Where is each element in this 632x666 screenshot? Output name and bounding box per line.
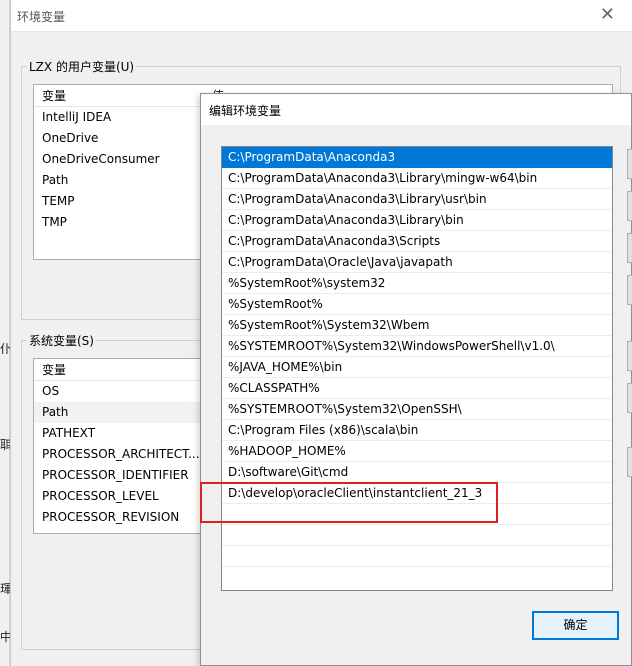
edit-text-button[interactable] xyxy=(627,447,632,477)
background-partial-char: 中 xyxy=(0,630,10,644)
path-item-empty[interactable] xyxy=(222,546,612,567)
path-item-empty[interactable] xyxy=(222,504,612,525)
path-item[interactable]: %HADOOP_HOME% xyxy=(222,441,612,462)
column-name-header[interactable]: 变量 xyxy=(42,89,66,103)
dialog-title: 编辑环境变量 xyxy=(209,104,282,118)
path-item[interactable]: D:\software\Git\cmd xyxy=(222,462,612,483)
title-bar: 编辑环境变量 xyxy=(201,94,631,125)
path-list[interactable]: C:\ProgramData\Anaconda3 C:\ProgramData\… xyxy=(221,146,613,591)
browse-button[interactable] xyxy=(627,233,632,263)
edit-environment-variable-dialog: 编辑环境变量 C:\ProgramData\Anaconda3 C:\Progr… xyxy=(200,93,632,666)
path-item[interactable]: %CLASSPATH% xyxy=(222,378,612,399)
background-window-edge: 仆 聑 琿 中 xyxy=(0,0,10,666)
close-icon[interactable]: ✕ xyxy=(600,6,615,24)
move-up-button[interactable] xyxy=(627,341,632,371)
column-name-header[interactable]: 变量 xyxy=(42,363,66,377)
background-partial-char: 仆 xyxy=(0,342,10,356)
path-item[interactable]: %SystemRoot%\System32\Wbem xyxy=(222,315,612,336)
system-variables-label: 系统变量(S) xyxy=(27,332,96,349)
new-button[interactable] xyxy=(627,149,632,179)
path-item[interactable]: C:\ProgramData\Anaconda3\Library\usr\bin xyxy=(222,189,612,210)
path-item[interactable]: C:\ProgramData\Anaconda3\Scripts xyxy=(222,231,612,252)
path-item[interactable]: C:\Program Files (x86)\scala\bin xyxy=(222,420,612,441)
dialog-title: 环境变量 xyxy=(17,10,66,24)
user-variables-label: LZX 的用户变量(U) xyxy=(27,58,137,75)
background-partial-char: 琿 xyxy=(0,582,10,596)
path-item[interactable]: D:\develop\oracleClient\instantclient_21… xyxy=(222,483,612,504)
path-item-empty[interactable] xyxy=(222,525,612,546)
path-item[interactable]: %SYSTEMROOT%\System32\OpenSSH\ xyxy=(222,399,612,420)
path-item[interactable]: C:\ProgramData\Oracle\Java\javapath xyxy=(222,252,612,273)
path-item-empty[interactable] xyxy=(222,567,612,588)
delete-button[interactable] xyxy=(627,275,632,305)
path-item-selected[interactable]: C:\ProgramData\Anaconda3 xyxy=(222,147,612,168)
path-item[interactable]: %SYSTEMROOT%\System32\WindowsPowerShell\… xyxy=(222,336,612,357)
edit-button[interactable] xyxy=(627,191,632,221)
ok-button[interactable]: 确定 xyxy=(532,611,619,640)
path-item[interactable]: %SystemRoot%\system32 xyxy=(222,273,612,294)
path-item[interactable]: %JAVA_HOME%\bin xyxy=(222,357,612,378)
path-item[interactable]: C:\ProgramData\Anaconda3\Library\bin xyxy=(222,210,612,231)
path-item[interactable]: C:\ProgramData\Anaconda3\Library\mingw-w… xyxy=(222,168,612,189)
background-partial-char: 聑 xyxy=(0,438,10,452)
title-bar: 环境变量 ✕ xyxy=(11,0,632,32)
move-down-button[interactable] xyxy=(627,383,632,413)
path-item[interactable]: %SystemRoot% xyxy=(222,294,612,315)
